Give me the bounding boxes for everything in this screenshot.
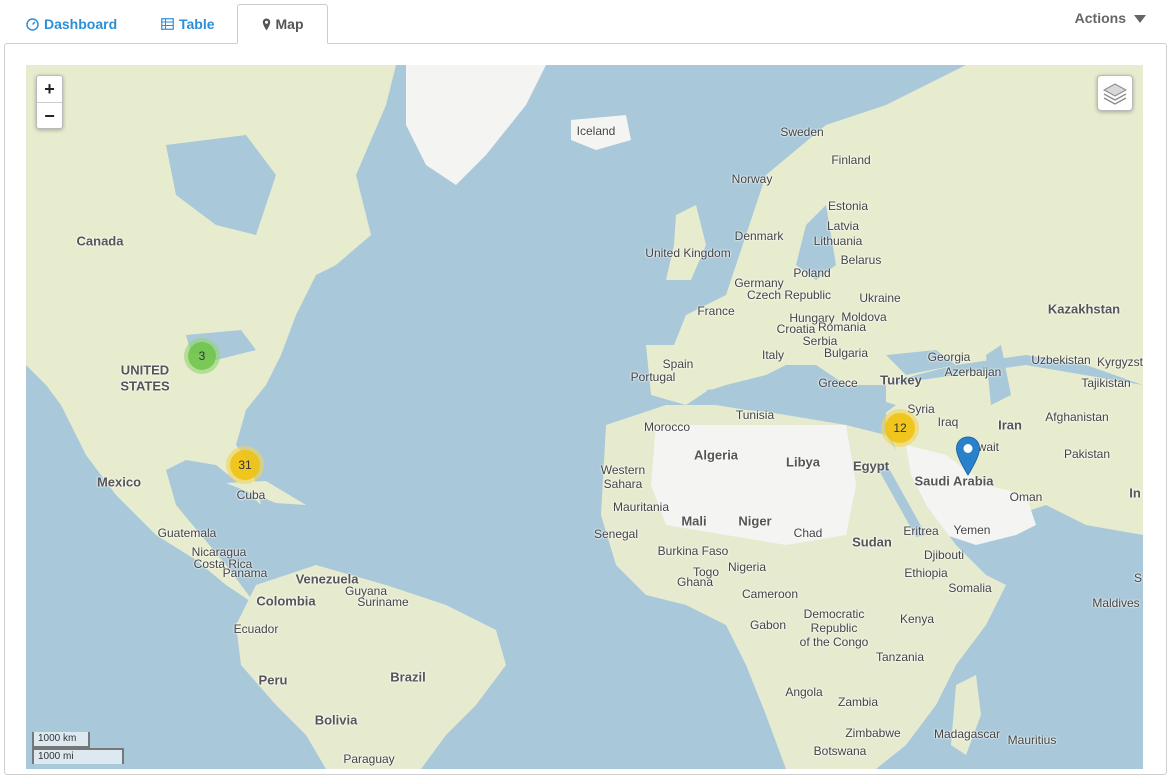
cluster-count: 12 [893,421,907,435]
tab-table-label: Table [179,16,215,32]
scale-mi: 1000 mi [32,748,124,764]
cluster-count: 3 [198,349,206,363]
tab-table[interactable]: Table [147,4,229,44]
zoom-control: + − [36,75,63,129]
actions-label: Actions [1074,10,1126,26]
map-marker-icon[interactable] [955,436,981,476]
actions-dropdown[interactable]: Actions [1075,10,1146,26]
tab-map[interactable]: Map [237,4,328,44]
cluster-marker-midwest[interactable]: 3 [184,338,220,374]
cluster-marker-mediterranean[interactable]: 12 [881,409,919,447]
tab-dashboard-label: Dashboard [44,16,118,32]
map-pin-icon [262,18,270,30]
tab-map-label: Map [275,16,304,32]
map-scale: 1000 km 1000 mi [32,732,124,764]
map-view[interactable]: Canada UNITED STATES Mexico Cuba Guatema… [26,65,1143,769]
zoom-out-button[interactable]: − [37,102,62,128]
caret-down-icon [1134,15,1146,23]
scale-km: 1000 km [32,732,90,748]
zoom-in-button[interactable]: + [37,76,62,102]
tab-bar: Dashboard Table Map Actions [0,0,1172,44]
tab-dashboard[interactable]: Dashboard [12,4,131,44]
cluster-count: 31 [238,458,252,472]
layers-icon [1102,83,1128,105]
dashboard-icon [26,17,39,31]
map-base-layer [26,65,1143,769]
cluster-marker-florida[interactable]: 31 [226,446,264,484]
layers-button[interactable] [1097,75,1133,111]
table-icon [161,18,174,30]
